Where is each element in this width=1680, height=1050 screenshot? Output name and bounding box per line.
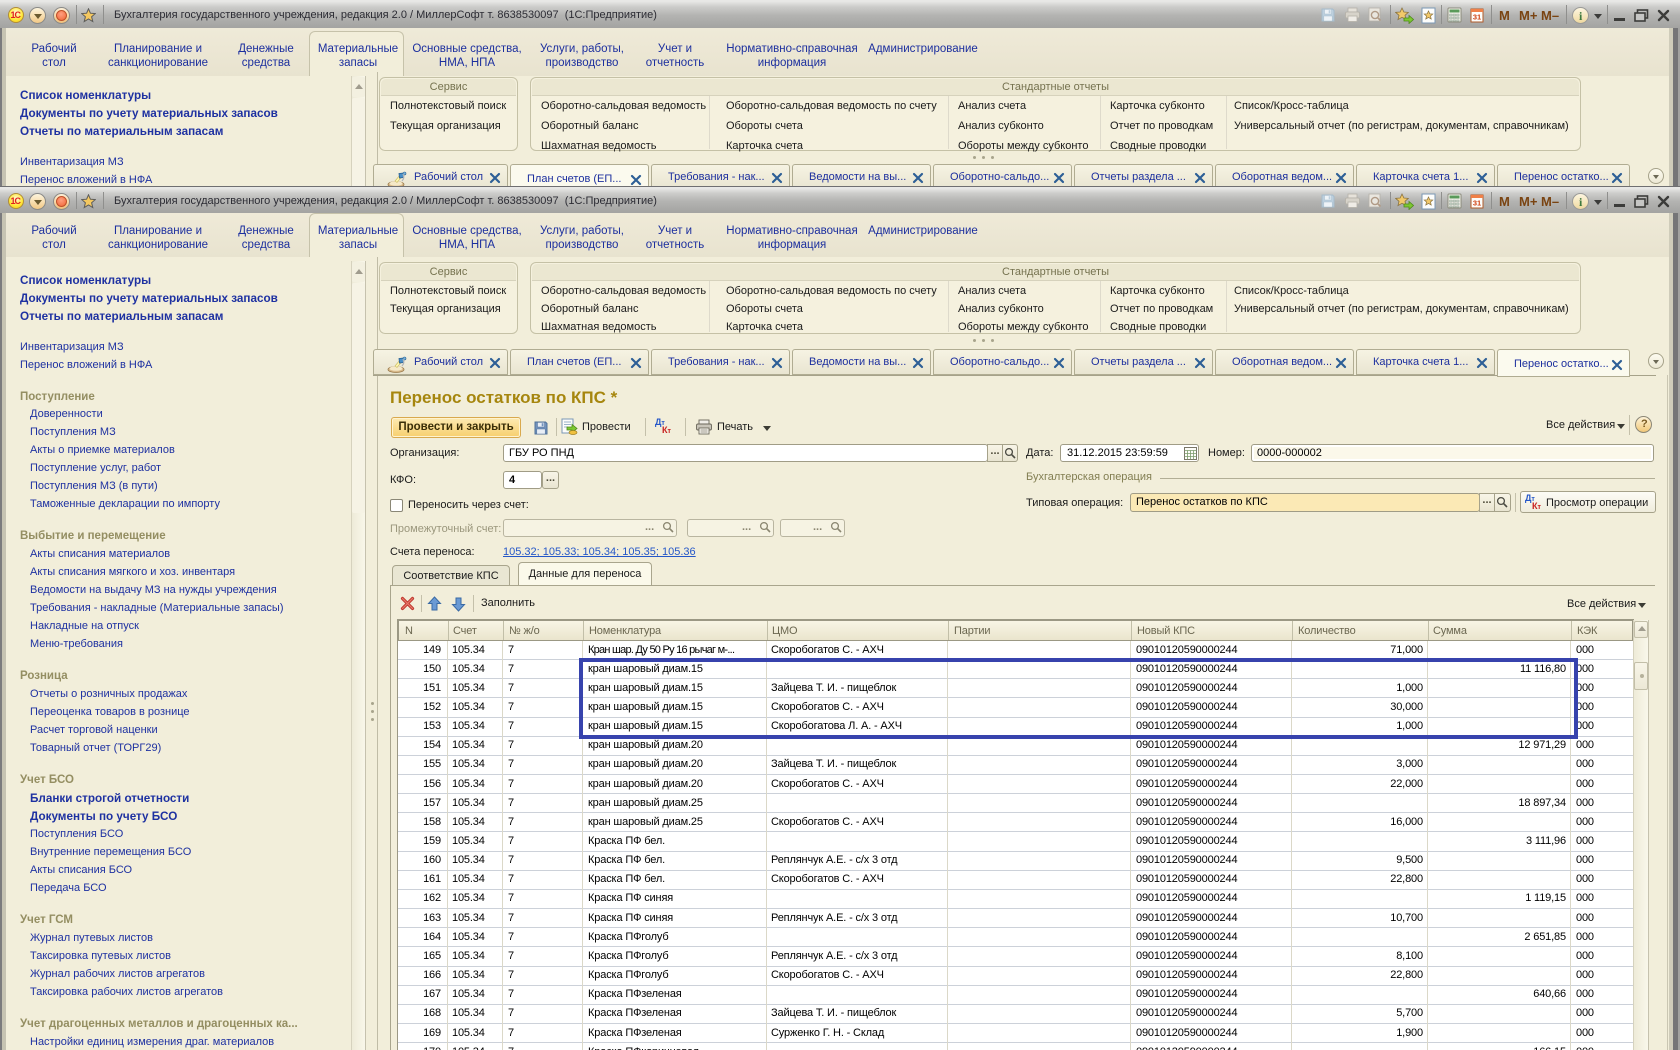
svg-text:31: 31 [1473, 13, 1481, 22]
svg-text:31: 31 [1473, 199, 1481, 208]
